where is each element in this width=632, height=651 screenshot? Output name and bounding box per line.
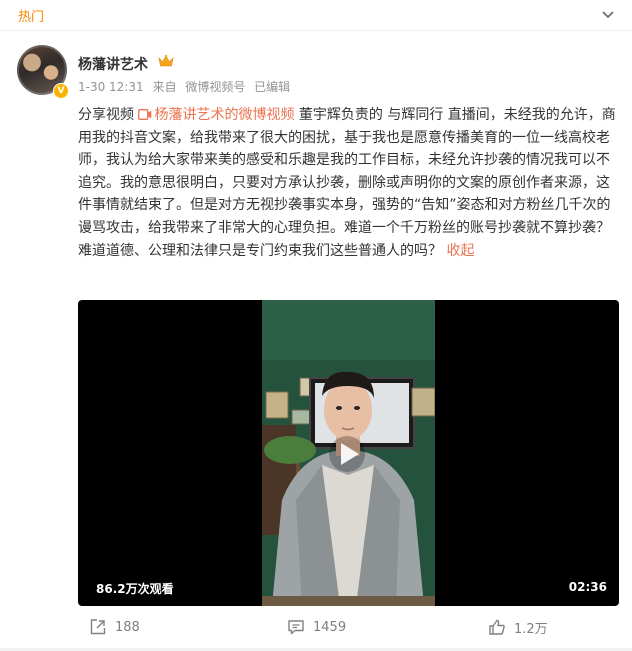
play-icon[interactable] — [328, 435, 366, 473]
like-button[interactable]: 1.2万 — [488, 618, 548, 637]
post-text: 分享视频 杨藩讲艺术的微博视频 董宇辉负责的 与辉同行 直播间，未经我的允许，商… — [78, 104, 620, 262]
crown-icon — [158, 54, 174, 67]
verified-badge-icon: V — [53, 83, 69, 99]
post-meta: 1-30 12:31 来自 微博视频号 已编辑 — [78, 78, 295, 95]
hot-tab-label: 热门 — [18, 10, 45, 25]
post-time[interactable]: 1-30 12:31 — [78, 80, 144, 94]
share-count: 188 — [115, 619, 140, 635]
share-button[interactable]: 188 — [89, 618, 140, 636]
comment-button[interactable]: 1459 — [287, 618, 346, 636]
author-name[interactable]: 杨藩讲艺术 — [78, 54, 148, 74]
view-count: 86.2万次观看 — [96, 582, 174, 596]
edited-label[interactable]: 已编辑 — [254, 80, 290, 94]
video-link-text[interactable]: 杨藩讲艺术的微博视频 — [154, 107, 294, 123]
chevron-down-icon[interactable] — [600, 6, 616, 22]
like-count: 1.2万 — [514, 621, 548, 637]
action-bar: 188 1459 1.2万 — [0, 612, 632, 642]
thumbs-up-icon — [489, 619, 505, 635]
video-player[interactable]: 86.2万次观看 02:36 — [78, 300, 619, 606]
comment-icon — [288, 620, 304, 635]
post-source[interactable]: 微博视频号 — [185, 80, 245, 94]
source-prefix: 来自 — [152, 80, 177, 94]
video-link-icon — [138, 109, 152, 120]
collapse-link[interactable]: 收起 — [446, 243, 474, 259]
post-body: 董宇辉负责的 与辉同行 直播间，未经我的允许，商用我的抖音文案，给我带来了很大的… — [78, 107, 616, 259]
video-duration: 02:36 — [568, 580, 607, 594]
post-text-prefix: 分享视频 — [78, 107, 139, 123]
feed-header: 热门 — [0, 0, 632, 31]
share-icon — [90, 619, 106, 635]
video-link[interactable]: 杨藩讲艺术的微博视频 — [138, 107, 294, 123]
comment-count: 1459 — [313, 619, 347, 635]
